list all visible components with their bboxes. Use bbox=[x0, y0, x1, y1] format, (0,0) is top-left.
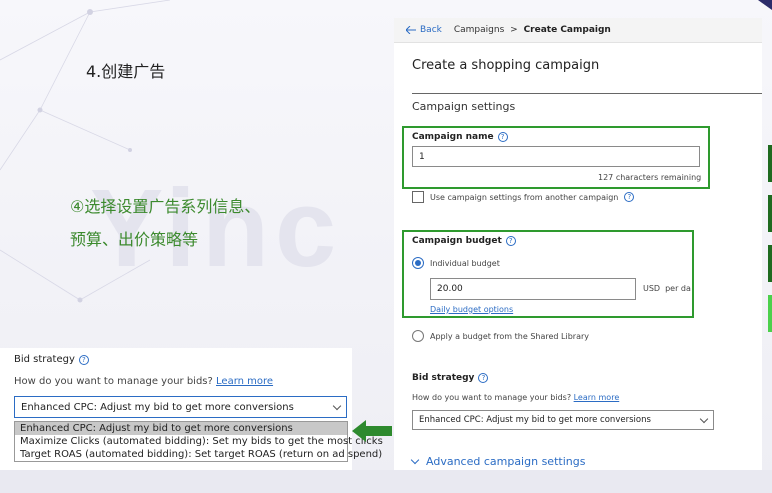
shared-budget-radio[interactable] bbox=[412, 330, 424, 342]
bid-strategy-label-text: Bid strategy bbox=[412, 373, 475, 383]
back-label: Back bbox=[420, 25, 442, 35]
instruction-line-2: 预算、出价策略等 bbox=[70, 230, 199, 249]
campaign-name-label: Campaign name ? bbox=[412, 132, 508, 142]
budget-amount-value: 20.00 bbox=[437, 284, 463, 294]
budget-amount-input[interactable]: 20.00 bbox=[430, 278, 636, 300]
help-icon[interactable]: ? bbox=[78, 354, 89, 365]
bid-panel-selected: Enhanced CPC: Adjust my bid to get more … bbox=[21, 401, 294, 413]
bid-strategy-selected: Enhanced CPC: Adjust my bid to get more … bbox=[419, 415, 651, 425]
page-title: Create a shopping campaign bbox=[412, 58, 600, 73]
daily-budget-options-link[interactable]: Daily budget options bbox=[430, 305, 513, 314]
bid-option-enhanced-cpc[interactable]: Enhanced CPC: Adjust my bid to get more … bbox=[15, 422, 347, 435]
use-settings-row: Use campaign settings from another campa… bbox=[412, 191, 635, 203]
breadcrumb: Campaigns > Create Campaign bbox=[454, 25, 611, 35]
bid-option-maximize-clicks[interactable]: Maximize Clicks (automated bidding): Set… bbox=[15, 435, 383, 448]
bid-strategy-label: Bid strategy ? bbox=[412, 373, 489, 383]
chevron-down-icon bbox=[332, 401, 342, 410]
learn-more-link[interactable]: Learn more bbox=[574, 393, 620, 402]
budget-period: per day bbox=[665, 284, 691, 293]
individual-budget-radio[interactable] bbox=[412, 257, 424, 269]
bid-panel-label: Bid strategy ? bbox=[14, 354, 89, 365]
instruction-line-1: ④选择设置广告系列信息、 bbox=[70, 197, 261, 216]
instruction-note: ④选择设置广告系列信息、 预算、出价策略等 bbox=[70, 190, 260, 256]
side-bar-1 bbox=[768, 145, 772, 182]
campaign-name-value: 1 bbox=[419, 151, 425, 162]
bid-panel-label-text: Bid strategy bbox=[14, 354, 75, 365]
campaign-name-label-text: Campaign name bbox=[412, 132, 494, 142]
bid-question-text: How do you want to manage your bids? bbox=[412, 393, 572, 402]
chevron-down-icon bbox=[410, 455, 420, 465]
help-icon[interactable]: ? bbox=[497, 132, 508, 142]
breadcrumb-current: Create Campaign bbox=[523, 25, 611, 35]
chevron-down-icon bbox=[699, 414, 709, 423]
campaign-budget-label-text: Campaign budget bbox=[412, 236, 502, 246]
advanced-settings-toggle[interactable]: Advanced campaign settings bbox=[410, 455, 586, 468]
campaign-budget-label: Campaign budget ? bbox=[412, 236, 516, 246]
back-button[interactable]: Back bbox=[406, 25, 442, 35]
bid-panel-question-text: How do you want to manage your bids? bbox=[14, 376, 213, 387]
step-title: 4.创建广告 bbox=[86, 62, 166, 81]
individual-budget-label: Individual budget bbox=[430, 258, 500, 268]
budget-currency: USD bbox=[643, 284, 661, 293]
side-bar-4 bbox=[768, 295, 772, 332]
campaign-name-input[interactable]: 1 bbox=[412, 146, 700, 167]
side-bar-3 bbox=[768, 245, 772, 282]
bottom-band bbox=[0, 470, 772, 493]
use-settings-checkbox[interactable] bbox=[412, 191, 424, 203]
bid-strategy-select[interactable]: Enhanced CPC: Adjust my bid to get more … bbox=[412, 410, 714, 430]
use-settings-label: Use campaign settings from another campa… bbox=[430, 192, 619, 202]
back-arrow-icon bbox=[406, 26, 416, 34]
breadcrumb-separator: > bbox=[510, 25, 518, 35]
campaign-form-screenshot: Back Campaigns > Create Campaign Create … bbox=[394, 18, 762, 486]
breadcrumb-campaigns[interactable]: Campaigns bbox=[454, 25, 504, 35]
bid-panel-select[interactable]: Enhanced CPC: Adjust my bid to get more … bbox=[14, 396, 347, 418]
characters-remaining: 127 characters remaining bbox=[598, 173, 702, 182]
bid-strategy-zoom-panel: Bid strategy ? How do you want to manage… bbox=[0, 348, 383, 470]
individual-budget-option[interactable]: Individual budget bbox=[412, 257, 500, 269]
shared-budget-option[interactable]: Apply a budget from the Shared Library bbox=[412, 330, 589, 342]
corner-decoration bbox=[758, 0, 772, 10]
side-bar-2 bbox=[768, 195, 772, 232]
shared-budget-label: Apply a budget from the Shared Library bbox=[430, 331, 589, 341]
section-divider bbox=[412, 93, 762, 94]
bid-panel-question: How do you want to manage your bids? Lea… bbox=[14, 376, 273, 387]
bid-options-list: Enhanced CPC: Adjust my bid to get more … bbox=[14, 421, 383, 462]
top-breadcrumb-bar: Back Campaigns > Create Campaign bbox=[394, 18, 762, 43]
bid-option-target-roas[interactable]: Target ROAS (automated bidding): Set tar… bbox=[15, 448, 382, 461]
help-icon[interactable]: ? bbox=[624, 192, 635, 202]
bid-strategy-question: How do you want to manage your bids? Lea… bbox=[412, 393, 619, 402]
help-icon[interactable]: ? bbox=[478, 373, 489, 383]
help-icon[interactable]: ? bbox=[505, 236, 516, 246]
green-arrow-icon bbox=[352, 420, 392, 442]
learn-more-link[interactable]: Learn more bbox=[216, 376, 273, 387]
budget-unit: USD per day bbox=[643, 284, 691, 293]
section-title: Campaign settings bbox=[412, 100, 516, 113]
advanced-settings-label: Advanced campaign settings bbox=[426, 455, 586, 468]
